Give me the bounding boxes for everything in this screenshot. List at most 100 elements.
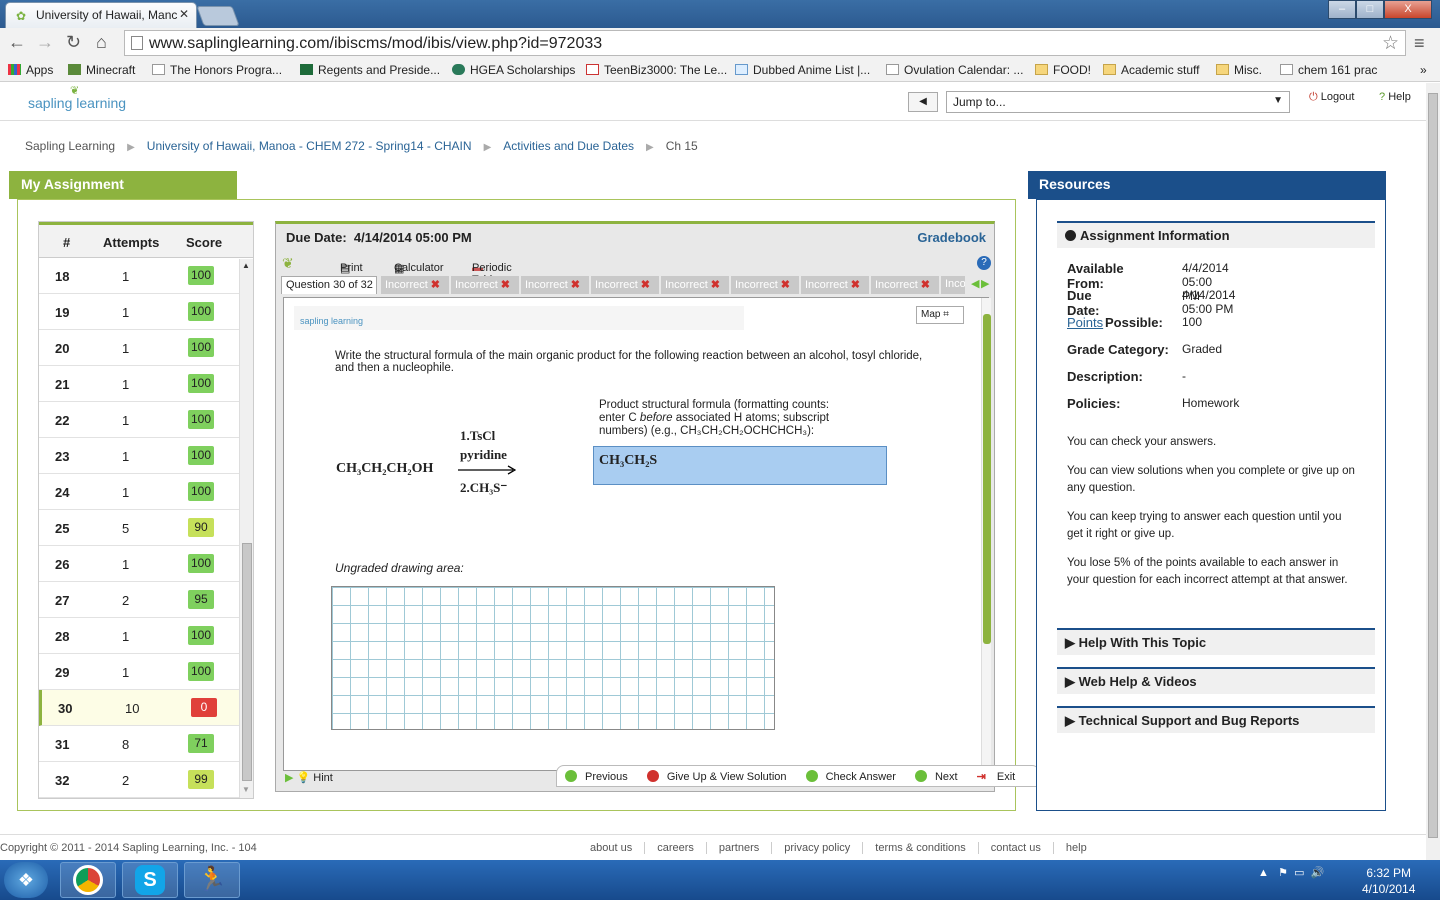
question-scrollbar[interactable] [981,298,991,772]
back-button[interactable]: ◀ [908,92,938,112]
attempt-tab[interactable]: Incorrect ✖ [451,276,519,294]
reload-icon[interactable]: ↻ [66,32,81,53]
action-center-flag-icon[interactable]: ⚑ [1278,867,1288,879]
table-row[interactable]: 28 1 100 [39,618,253,654]
question-scroll-thumb[interactable] [983,314,991,644]
jump-to-select[interactable]: Jump to... ▼ [946,91,1290,113]
map-button[interactable]: Map ⌗ [916,306,964,324]
close-tab-icon[interactable]: ✕ [179,7,189,21]
bookmark-anime[interactable]: Dubbed Anime List |... [735,63,870,77]
help-link[interactable]: ? Help [1379,91,1411,103]
system-clock[interactable]: 6:32 PM 4/10/2014 [1362,865,1415,897]
web-help-section[interactable]: ▶ Web Help & Videos [1057,667,1375,694]
tech-support-section[interactable]: ▶ Technical Support and Bug Reports [1057,706,1375,733]
table-row[interactable]: 21 1 100 [39,366,253,402]
chrome-menu-icon[interactable]: ≡ [1414,33,1425,54]
next-button[interactable]: Next [914,770,966,783]
new-tab-button[interactable] [196,6,240,26]
maximize-button[interactable]: □ [1356,0,1384,19]
attempt-tab[interactable]: Incorrect ✖ [871,276,939,294]
bookmark-hgea[interactable]: HGEA Scholarships [452,63,575,77]
score-table-scroll-thumb[interactable] [242,543,252,781]
close-window-button[interactable]: X [1384,0,1432,19]
footer-link-careers[interactable]: careers [644,842,706,854]
minimize-button[interactable]: – [1328,0,1356,19]
previous-button[interactable]: Previous [565,770,636,783]
scroll-up-icon[interactable]: ▲ [242,261,250,270]
footer-link-privacy[interactable]: privacy policy [771,842,863,854]
answer-input[interactable]: CH₃CH₂S [593,446,887,485]
attempt-tab[interactable]: Incorrect ✖ [381,276,449,294]
tray-expand-icon[interactable]: ▲ [1258,867,1269,879]
more-bookmarks-icon[interactable]: » [1420,63,1427,77]
table-row[interactable]: 22 1 100 [39,402,253,438]
table-row[interactable]: 26 1 100 [39,546,253,582]
table-row[interactable]: 24 1 100 [39,474,253,510]
taskbar-aim[interactable]: 🏃 [184,862,240,898]
bookmark-honors[interactable]: The Honors Progra... [152,63,282,77]
attempt-tab[interactable]: Incorrect ✖ [731,276,799,294]
score-table-scrollbar[interactable]: ▲ ▼ [239,259,253,798]
bookmark-apps[interactable]: Apps [8,63,53,77]
tab-scroll-left-icon[interactable]: ◀ [971,277,979,290]
table-row[interactable]: 18 1 100 [39,258,253,294]
scroll-down-icon[interactable]: ▼ [242,785,250,794]
tab-scroll-right-icon[interactable]: ▶ [981,277,989,290]
table-row[interactable]: 32 2 99 [39,762,253,798]
address-bar[interactable]: www.saplinglearning.com/ibiscms/mod/ibis… [124,30,1406,56]
bookmark-minecraft[interactable]: Minecraft [68,63,135,77]
bookmark-food[interactable]: FOOD! [1035,63,1091,77]
home-icon[interactable]: ⌂ [96,32,107,53]
drawing-grid[interactable] [331,586,775,730]
attempt-tab[interactable]: Incorrect ✖ [591,276,659,294]
attempt-tab[interactable]: Incorrect ✖ [801,276,869,294]
assignment-info-section[interactable]: Assignment Information [1057,221,1375,248]
start-button[interactable]: ❖ [4,862,48,898]
help-topic-section[interactable]: ▶ Help With This Topic [1057,628,1375,655]
bookmark-teenbiz[interactable]: TeenBiz3000: The Le... [586,63,727,77]
current-question-tab[interactable]: Question 30 of 32 [281,276,377,294]
footer-link-partners[interactable]: partners [705,842,772,854]
breadcrumb-home[interactable]: Sapling Learning [25,139,115,153]
back-arrow-icon[interactable]: ← [8,32,26,53]
points-link[interactable]: Points [1067,315,1103,330]
table-row[interactable]: 30 10 0 [39,690,253,726]
table-row[interactable]: 20 1 100 [39,330,253,366]
check-answer-button[interactable]: Check Answer [805,770,904,783]
bookmark-academic[interactable]: Academic stuff [1103,63,1199,77]
bookmark-regents[interactable]: Regents and Preside... [300,63,440,77]
footer-link-help[interactable]: help [1052,842,1099,854]
bookmark-star-icon[interactable]: ☆ [1382,32,1399,55]
give-up-button[interactable]: Give Up & View Solution [646,770,795,783]
bookmark-chem161[interactable]: chem 161 prac [1280,63,1377,77]
page-scroll-thumb[interactable] [1428,93,1438,838]
attempt-tab[interactable]: Incorrect ✖ [661,276,729,294]
exit-button[interactable]: ⇥ Exit [977,771,1024,783]
logout-link[interactable]: ⏻ Logout [1309,91,1354,104]
table-row[interactable]: 23 1 100 [39,438,253,474]
sapling-logo[interactable]: ❦ sapling learning [28,85,126,111]
help-circle-icon[interactable]: ? [977,256,991,270]
page-scrollbar[interactable] [1426,83,1440,860]
footer-link-contact[interactable]: contact us [977,842,1053,854]
bookmark-misc[interactable]: Misc. [1216,63,1262,77]
table-row[interactable]: 31 8 71 [39,726,253,762]
footer-link-about[interactable]: about us [578,842,644,854]
taskbar-chrome[interactable] [60,862,116,898]
attempt-tab[interactable]: Incorrect ✖ [521,276,589,294]
breadcrumb-course[interactable]: University of Hawaii, Manoa - CHEM 272 -… [147,139,472,153]
table-row[interactable]: 29 1 100 [39,654,253,690]
table-row[interactable]: 27 2 95 [39,582,253,618]
forward-arrow-icon[interactable]: → [36,32,54,53]
network-icon[interactable]: ▭ [1294,867,1304,879]
volume-icon[interactable]: 🔊 [1311,867,1325,879]
table-row[interactable]: 25 5 90 [39,510,253,546]
bookmark-ovulation[interactable]: Ovulation Calendar: ... [886,63,1023,77]
table-row[interactable]: 19 1 100 [39,294,253,330]
breadcrumb-activities[interactable]: Activities and Due Dates [503,139,634,153]
browser-tab[interactable]: ✿ University of Hawaii, Manc ✕ [5,2,197,28]
attempt-tab[interactable]: Inco [941,276,965,294]
hint-button[interactable]: ▶ 💡 Hint [285,771,333,784]
gradebook-link[interactable]: Gradebook [917,230,986,245]
footer-link-terms[interactable]: terms & conditions [862,842,978,854]
